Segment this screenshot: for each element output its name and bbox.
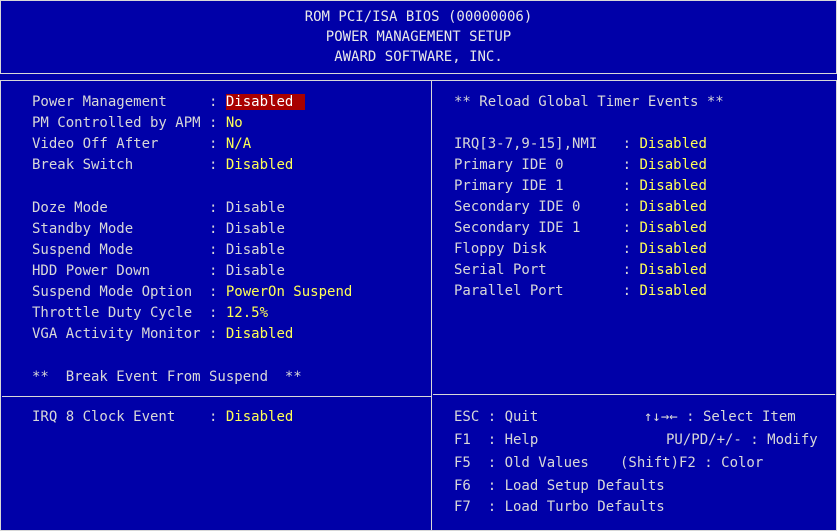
timer-event-secondary-ide1[interactable]: Secondary IDE 1 : Disabled — [454, 218, 707, 238]
help-f6: F6 : Load Setup Defaults — [454, 478, 665, 494]
help-modify: PU/PD/+/- : Modify — [666, 432, 818, 448]
help-color: (Shift)F2 : Color — [620, 455, 764, 471]
timer-event-floppy-disk[interactable]: Floppy Disk : Disabled — [454, 239, 707, 259]
vendor-name: AWARD SOFTWARE, INC. — [334, 49, 503, 65]
timer-event-primary-ide1[interactable]: Primary IDE 1 : Disabled — [454, 176, 707, 196]
setting-power-management[interactable]: Power Management : Disabled — [32, 92, 306, 112]
timer-event-serial-port[interactable]: Serial Port : Disabled — [454, 260, 707, 280]
help-select-item: ↑↓→← : Select Item — [644, 409, 796, 425]
setting-video-off-after[interactable]: Video Off After : N/A — [32, 134, 251, 154]
setting-doze-mode[interactable]: Doze Mode : Disable — [32, 198, 285, 218]
setting-irq8-clock-event[interactable]: IRQ 8 Clock Event : Disabled — [32, 407, 293, 427]
help-f7: F7 : Load Turbo Defaults — [454, 499, 665, 515]
help-f5: F5 : Old Values — [454, 455, 589, 471]
timer-event-primary-ide0[interactable]: Primary IDE 0 : Disabled — [454, 155, 707, 175]
help-f1: F1 : Help — [454, 432, 539, 448]
bios-version: ROM PCI/ISA BIOS (00000006) — [304, 9, 533, 25]
timer-event-secondary-ide0[interactable]: Secondary IDE 0 : Disabled — [454, 197, 707, 217]
setting-suspend-mode-option[interactable]: Suspend Mode Option : PowerOn Suspend — [32, 282, 352, 302]
right-divider — [433, 394, 835, 395]
bios-header: ROM PCI/ISA BIOS (00000006) POWER MANAGE… — [0, 0, 837, 74]
help-esc: ESC : Quit — [454, 409, 539, 425]
column-divider — [431, 80, 432, 531]
setting-suspend-mode[interactable]: Suspend Mode : Disable — [32, 240, 285, 260]
timer-event-parallel-port[interactable]: Parallel Port : Disabled — [454, 281, 707, 301]
setting-hdd-power-down[interactable]: HDD Power Down : Disable — [32, 261, 285, 281]
setting-standby-mode[interactable]: Standby Mode : Disable — [32, 219, 285, 239]
setting-vga-activity-monitor[interactable]: VGA Activity Monitor : Disabled — [32, 324, 293, 344]
setting-break-switch[interactable]: Break Switch : Disabled — [32, 155, 293, 175]
page-title: POWER MANAGEMENT SETUP — [325, 29, 512, 45]
left-divider — [2, 396, 431, 397]
setting-throttle-duty-cycle[interactable]: Throttle Duty Cycle : 12.5% — [32, 303, 268, 323]
setting-value-selected[interactable]: Disabled — [225, 94, 306, 110]
break-event-heading: ** Break Event From Suspend ** — [32, 369, 302, 385]
reload-timer-heading: ** Reload Global Timer Events ** — [454, 94, 724, 110]
timer-event-irq[interactable]: IRQ[3-7,9-15],NMI : Disabled — [454, 134, 707, 154]
setting-pm-controlled-by-apm[interactable]: PM Controlled by APM : No — [32, 113, 243, 133]
